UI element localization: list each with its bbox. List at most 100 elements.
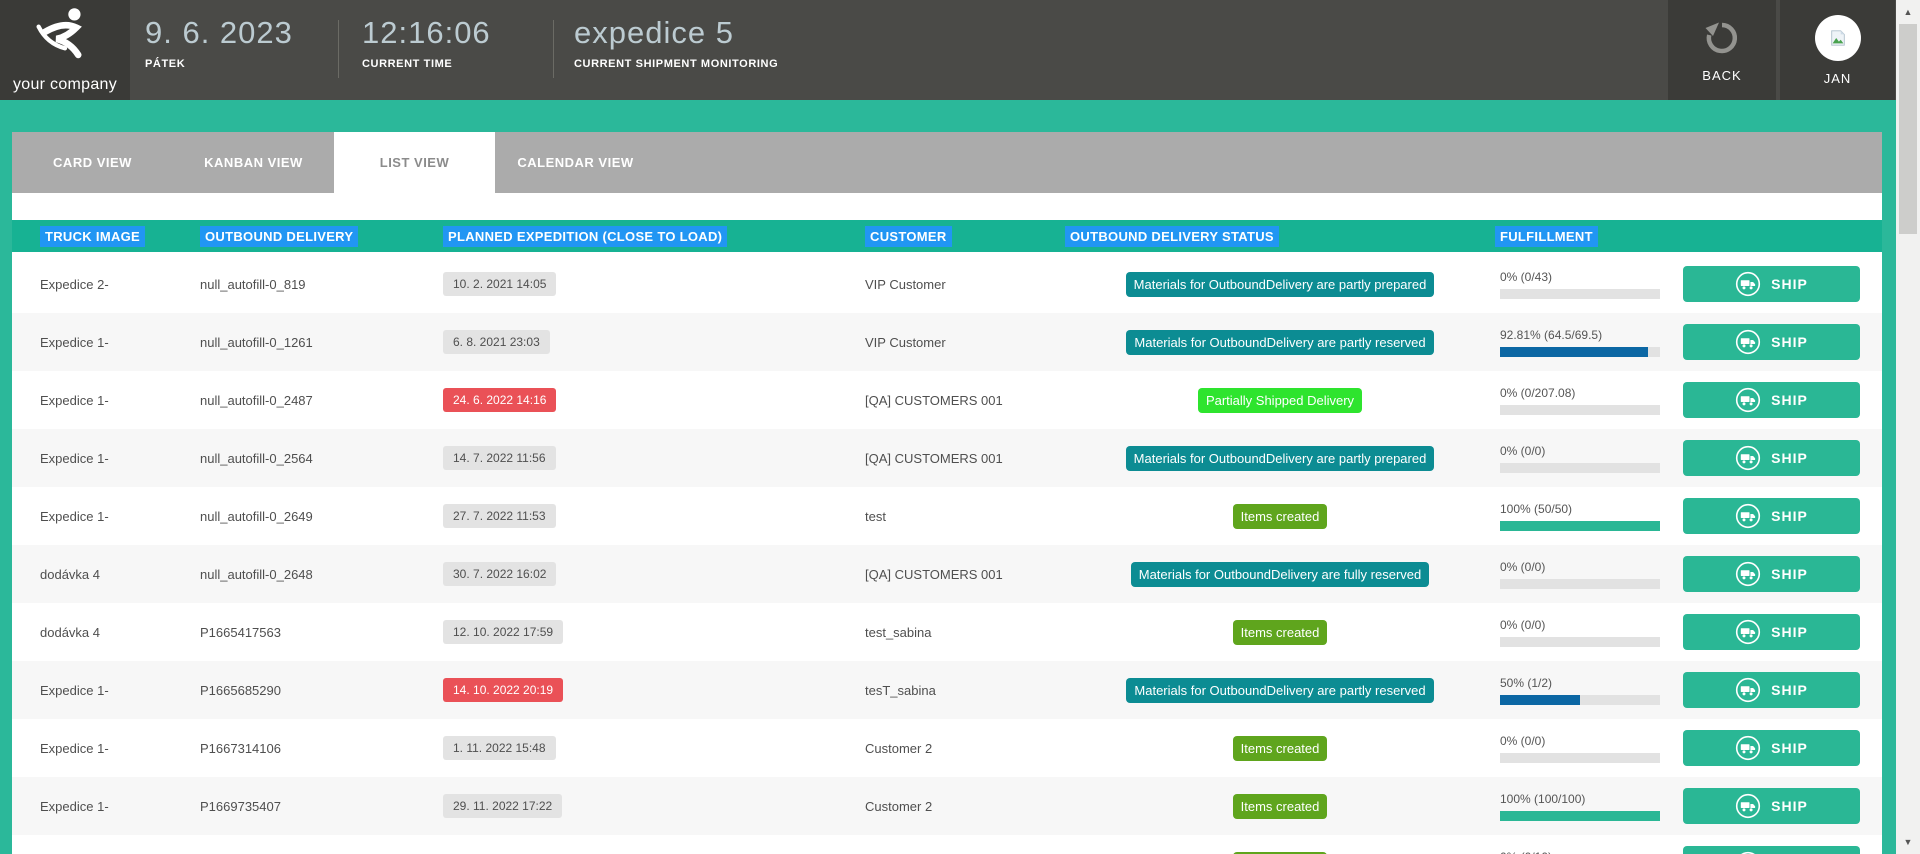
ship-button-label: SHIP [1771, 450, 1808, 466]
current-time: 12:16:06 CURRENT TIME [362, 15, 491, 70]
status-badge: Items created [1233, 504, 1328, 529]
status-cell: Materials for OutboundDelivery are partl… [1065, 446, 1495, 471]
column-header[interactable]: CUSTOMER [865, 226, 952, 247]
outbound-delivery-cell: P1665417563 [200, 625, 443, 640]
ship-cell: SHIP [1666, 788, 1882, 824]
table-header-cell: FULFILLMENT [1495, 226, 1666, 247]
status-cell: Items created [1065, 736, 1495, 761]
column-header[interactable]: PLANNED EXPEDITION (CLOSE TO LOAD) [443, 226, 727, 247]
back-button[interactable]: BACK [1668, 0, 1776, 100]
table-header-cell: TRUCK IMAGE [40, 226, 200, 247]
planned-expedition-cell: 6. 8. 2021 23:03 [443, 330, 865, 354]
customer-cell: test_sabina [865, 625, 1065, 640]
user-name: JAN [1824, 71, 1852, 86]
tab-card-view[interactable]: CARD VIEW [12, 132, 173, 193]
column-header[interactable]: TRUCK IMAGE [40, 226, 145, 247]
ship-button-label: SHIP [1771, 334, 1808, 350]
table-header-cell: CUSTOMER [865, 226, 1065, 247]
company-logo[interactable]: your company [0, 0, 130, 100]
fulfillment-cell: 0% (0/0) [1495, 444, 1666, 473]
header-divider [338, 20, 339, 78]
planned-expedition-cell: 12. 10. 2022 17:59 [443, 620, 865, 644]
column-header[interactable]: OUTBOUND DELIVERY STATUS [1065, 226, 1279, 247]
ship-button[interactable]: SHIP [1683, 730, 1860, 766]
status-cell: Items created [1065, 620, 1495, 645]
status-badge: Items created [1233, 794, 1328, 819]
truck-icon [1735, 445, 1761, 471]
scroll-down-arrow-icon[interactable]: ▼ [1896, 832, 1920, 852]
fulfillment-bar-fill [1500, 695, 1580, 705]
avatar [1815, 15, 1861, 61]
status-badge: Materials for OutboundDelivery are partl… [1126, 330, 1433, 355]
ship-cell: SHIP [1666, 730, 1882, 766]
fulfillment-text: 0% (0/0) [1500, 560, 1666, 574]
ship-button[interactable]: SHIP [1683, 788, 1860, 824]
scroll-up-arrow-icon[interactable]: ▲ [1896, 2, 1920, 22]
truck-image-cell: Expedice 1- [40, 335, 200, 350]
truck-image-cell: Expedice 1- [40, 683, 200, 698]
ship-button[interactable]: SHIP [1683, 440, 1860, 476]
status-badge: Materials for OutboundDelivery are partl… [1126, 446, 1435, 471]
time-value: 12:16:06 [362, 15, 491, 51]
column-header[interactable]: OUTBOUND DELIVERY [200, 226, 358, 247]
ship-cell: SHIP [1666, 498, 1882, 534]
status-cell: Materials for OutboundDelivery are partl… [1065, 272, 1495, 297]
view-tabs: CARD VIEWKANBAN VIEWLIST VIEWCALENDAR VI… [12, 132, 1882, 193]
ship-button-label: SHIP [1771, 682, 1808, 698]
truck-image-cell: dodávka 4 [40, 567, 200, 582]
ship-button[interactable]: SHIP [1683, 672, 1860, 708]
customer-cell: Customer 2 [865, 799, 1065, 814]
fulfillment-text: 0% (0/0) [1500, 444, 1666, 458]
ship-button[interactable]: SHIP [1683, 614, 1860, 650]
fulfillment-bar [1500, 695, 1660, 705]
customer-cell: VIP Customer [865, 277, 1065, 292]
ship-button[interactable]: SHIP [1683, 266, 1860, 302]
ship-button[interactable]: SHIP [1683, 556, 1860, 592]
fulfillment-cell: 0% (0/43) [1495, 270, 1666, 299]
planned-expedition-badge: 24. 6. 2022 14:16 [443, 388, 556, 412]
shipment-value: expedice 5 [574, 15, 778, 51]
ship-button[interactable]: SHIP [1683, 498, 1860, 534]
planned-expedition-cell: 10. 2. 2021 14:05 [443, 272, 865, 296]
ship-button[interactable]: SHIP [1683, 382, 1860, 418]
table-header-cell: PLANNED EXPEDITION (CLOSE TO LOAD) [443, 226, 865, 247]
planned-expedition-badge: 1. 11. 2022 15:48 [443, 736, 556, 760]
truck-image-cell: Expedice 1- [40, 741, 200, 756]
tab-calendar-view[interactable]: CALENDAR VIEW [495, 132, 656, 193]
truck-image-cell: Expedice 1- [40, 393, 200, 408]
planned-expedition-badge: 6. 8. 2021 23:03 [443, 330, 550, 354]
customer-cell: VIP Customer [865, 335, 1065, 350]
ship-button-label: SHIP [1771, 276, 1808, 292]
fulfillment-text: 50% (1/2) [1500, 676, 1666, 690]
column-header[interactable]: FULFILLMENT [1495, 226, 1598, 247]
user-menu[interactable]: JAN [1780, 0, 1895, 100]
fulfillment-cell: 0% (0/0) [1495, 618, 1666, 647]
table-row: dodávka 4null_autofill-0_264830. 7. 2022… [12, 545, 1882, 603]
status-cell: Partially Shipped Delivery [1065, 388, 1495, 413]
ship-cell: SHIP [1666, 266, 1882, 302]
status-cell: Materials for OutboundDelivery are fully… [1065, 562, 1495, 587]
fulfillment-bar-fill [1500, 521, 1660, 531]
broken-image-icon [1829, 29, 1847, 47]
scrollbar-thumb[interactable] [1899, 24, 1917, 234]
table-body: Expedice 2-null_autofill-0_81910. 2. 202… [12, 255, 1882, 854]
table-row: Expedice 1-null_autofill-0_248724. 6. 20… [12, 371, 1882, 429]
truck-image-cell: Expedice 2- [40, 277, 200, 292]
outbound-delivery-cell: null_autofill-0_819 [200, 277, 443, 292]
ship-button[interactable]: SHIP [1683, 324, 1860, 360]
ship-cell: SHIP [1666, 382, 1882, 418]
status-badge: Items created [1233, 736, 1328, 761]
ship-button[interactable]: SHIP [1683, 846, 1860, 854]
ship-button-label: SHIP [1771, 566, 1808, 582]
customer-cell: test [865, 509, 1065, 524]
truck-icon [1735, 735, 1761, 761]
tab-list-view[interactable]: LIST VIEW [334, 132, 495, 193]
status-badge: Materials for OutboundDelivery are fully… [1131, 562, 1430, 587]
tab-kanban-view[interactable]: KANBAN VIEW [173, 132, 334, 193]
vertical-scrollbar[interactable]: ▲ ▼ [1896, 0, 1920, 854]
fulfillment-cell: 50% (1/2) [1495, 676, 1666, 705]
current-date: 9. 6. 2023 PÁTEK [145, 15, 293, 70]
truck-icon [1735, 619, 1761, 645]
planned-expedition-badge: 27. 7. 2022 11:53 [443, 504, 556, 528]
fulfillment-text: 0% (0/0) [1500, 618, 1666, 632]
